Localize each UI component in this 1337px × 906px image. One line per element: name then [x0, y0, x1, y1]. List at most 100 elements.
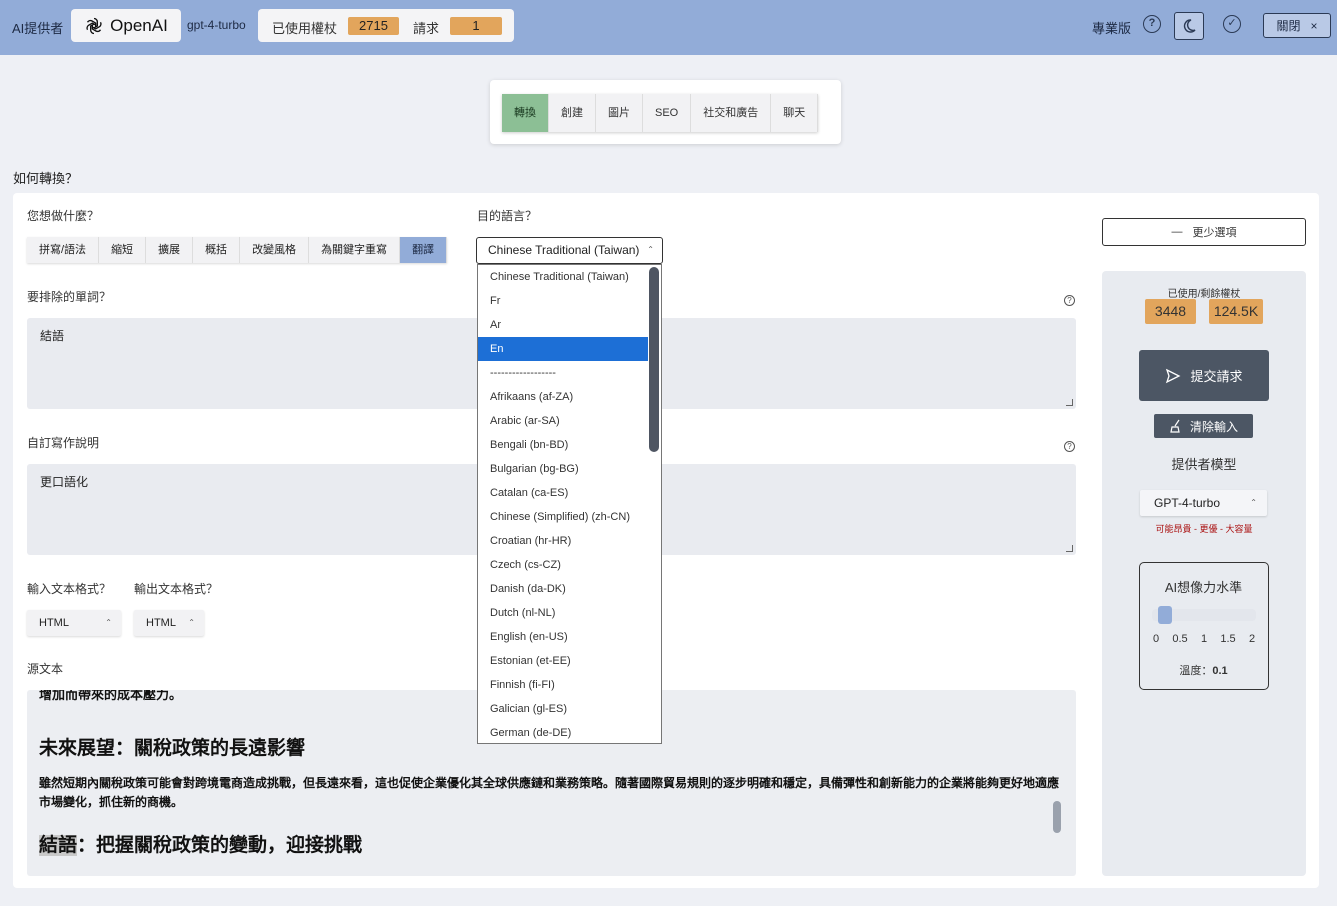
temperature-label: 溫度： [1179, 665, 1213, 677]
usage-box: 已使用權杖 2715 請求 1 [258, 9, 514, 42]
imagination-box: AI想像力水準 0 0.5 1 1.5 2 溫度：0.1 [1139, 562, 1269, 690]
plan-label: 專業版 [1092, 21, 1132, 36]
close-button[interactable]: 關閉 × [1263, 13, 1331, 38]
minus-icon: — [1171, 226, 1183, 238]
action-translate[interactable]: 翻譯 [400, 237, 448, 263]
slider-tick-label: 0.5 [1172, 633, 1188, 645]
output-format-value: HTML [146, 617, 176, 629]
highlighted-term: 結語 [39, 835, 78, 856]
slider-tick-label: 1 [1200, 633, 1208, 645]
provider-label: AI提供者 [12, 21, 64, 36]
tab-seo[interactable]: SEO [643, 94, 692, 132]
submit-label: 提交請求 [1190, 369, 1243, 384]
custom-instructions-label: 自訂寫作說明 [27, 436, 100, 450]
close-icon: × [1310, 18, 1318, 33]
source-label: 源文本 [27, 662, 64, 676]
language-option[interactable]: Bengali (bn-BD) [478, 433, 648, 457]
action-restyle[interactable]: 改變風格 [240, 237, 310, 263]
source-scrollbar[interactable] [1053, 801, 1061, 833]
chevron-updown-icon: ⌃ [1250, 498, 1257, 507]
language-option[interactable]: Catalan (ca-ES) [478, 481, 648, 505]
tokens-label: 已使用權杖 [272, 21, 338, 36]
resize-handle[interactable] [1066, 545, 1073, 552]
source-heading-2-rest: ：把握關稅政策的變動，迎接挑戰 [77, 835, 363, 856]
check-circle-icon[interactable]: ✓ [1223, 15, 1241, 33]
close-label: 關閉 [1276, 19, 1301, 33]
openai-logo-icon [86, 17, 102, 34]
language-option[interactable]: Chinese Traditional (Taiwan) [478, 265, 648, 289]
language-option[interactable]: Galician (gl-ES) [478, 697, 648, 721]
top-bar: AI提供者 OpenAI gpt-4-turbo 已使用權杖 2715 請求 1… [0, 0, 1337, 55]
exclude-help-icon[interactable]: ? [1064, 295, 1075, 306]
section-question: 如何轉換？ [13, 171, 79, 186]
language-option[interactable]: German (de-DE) [478, 721, 648, 743]
output-format-label: 輸出文本格式？ [134, 582, 219, 596]
language-option[interactable]: Ar [478, 313, 648, 337]
source-cut-line: 增加而帶來的成本壓力。 [39, 690, 183, 702]
action-shorten[interactable]: 縮短 [99, 237, 147, 263]
action-segments: 拼寫/語法 縮短 擴展 概括 改變風格 為關鍵字重寫 翻譯 [27, 237, 448, 263]
dark-mode-button[interactable] [1174, 12, 1204, 40]
clear-label: 清除輸入 [1189, 419, 1238, 434]
tab-social-ads[interactable]: 社交和廣告 [691, 94, 772, 132]
language-option[interactable]: Fr [478, 289, 648, 313]
language-option[interactable]: Finnish (fi-FI) [478, 673, 648, 697]
provider-selector[interactable]: OpenAI [71, 9, 181, 42]
model-value: GPT-4-turbo [1154, 496, 1221, 510]
language-option[interactable]: Afrikaans (af-ZA) [478, 385, 648, 409]
chevron-updown-icon: ⌃ [647, 245, 654, 254]
language-option[interactable]: ------------------ [478, 361, 648, 385]
fewer-options-label: 更少選項 [1192, 227, 1237, 239]
model-label: 提供者模型 [1171, 457, 1237, 472]
action-expand[interactable]: 擴展 [146, 237, 194, 263]
fewer-options-button[interactable]: — 更少選項 [1102, 218, 1306, 246]
target-language-label: 目的語言？ [477, 209, 538, 223]
language-option[interactable]: English (en-US) [478, 625, 648, 649]
imagination-slider[interactable] [1152, 606, 1256, 624]
tab-chat[interactable]: 聊天 [771, 94, 819, 132]
model-note: 可能昂貴 - 更優 - 大容量 [1155, 524, 1253, 534]
language-option[interactable]: Estonian (et-EE) [478, 649, 648, 673]
tokens-count: 2715 [348, 17, 399, 35]
language-option[interactable]: Croatian (hr-HR) [478, 529, 648, 553]
side-panel: 已使用/剩餘權杖 3448 124.5K 提交請求 清除輸入 提供者模型 GPT… [1102, 271, 1306, 876]
dropdown-scrollbar[interactable] [649, 267, 659, 452]
exclude-words-value: 結語 [40, 329, 65, 343]
send-icon [1166, 368, 1181, 383]
language-option[interactable]: En [478, 337, 648, 361]
action-spelling[interactable]: 拼寫/語法 [27, 237, 100, 263]
custom-help-icon[interactable]: ? [1064, 441, 1075, 452]
language-option[interactable]: Chinese (Simplified) (zh-CN) [478, 505, 648, 529]
source-heading-2: 結語：把握關稅政策的變動，迎接挑戰 [39, 830, 362, 857]
language-option[interactable]: Danish (da-DK) [478, 577, 648, 601]
help-icon[interactable]: ? [1143, 15, 1161, 33]
action-summarize[interactable]: 概括 [193, 237, 241, 263]
tab-convert[interactable]: 轉換 [502, 94, 549, 132]
language-option[interactable]: Arabic (ar-SA) [478, 409, 648, 433]
language-option[interactable]: Bulgarian (bg-BG) [478, 457, 648, 481]
tab-image[interactable]: 圖片 [596, 94, 643, 132]
broom-icon [1170, 419, 1180, 433]
language-option[interactable]: Czech (cs-CZ) [478, 553, 648, 577]
provider-name: OpenAI [110, 15, 168, 35]
submit-button[interactable]: 提交請求 [1139, 350, 1269, 401]
mode-tabs-card: 轉換 創建 圖片 SEO 社交和廣告 聊天 [490, 80, 841, 144]
clear-input-button[interactable]: 清除輸入 [1154, 414, 1253, 438]
target-language-value: Chinese Traditional (Taiwan) [488, 243, 640, 257]
remaining-tokens: 124.5K [1209, 299, 1263, 324]
moon-icon [1183, 19, 1196, 33]
model-select[interactable]: GPT-4-turbo ⌃ [1140, 490, 1267, 516]
slider-tick-label: 1.5 [1220, 633, 1236, 645]
action-keyword-rewrite[interactable]: 為關鍵字重寫 [309, 237, 401, 263]
tab-create[interactable]: 創建 [549, 94, 596, 132]
target-language-select[interactable]: Chinese Traditional (Taiwan) ⌃ [476, 237, 663, 264]
output-format-select[interactable]: HTML ⌃ [134, 610, 204, 636]
input-format-select[interactable]: HTML ⌃ [27, 610, 121, 636]
action-label: 您想做什麼？ [27, 209, 100, 223]
language-option[interactable]: Dutch (nl-NL) [478, 601, 648, 625]
resize-handle[interactable] [1066, 399, 1073, 406]
slider-tick-label: 2 [1248, 633, 1256, 645]
slider-tick-label: 0 [1152, 633, 1160, 645]
mode-tabs: 轉換 創建 圖片 SEO 社交和廣告 聊天 [502, 94, 819, 132]
slider-thumb[interactable] [1158, 606, 1173, 624]
